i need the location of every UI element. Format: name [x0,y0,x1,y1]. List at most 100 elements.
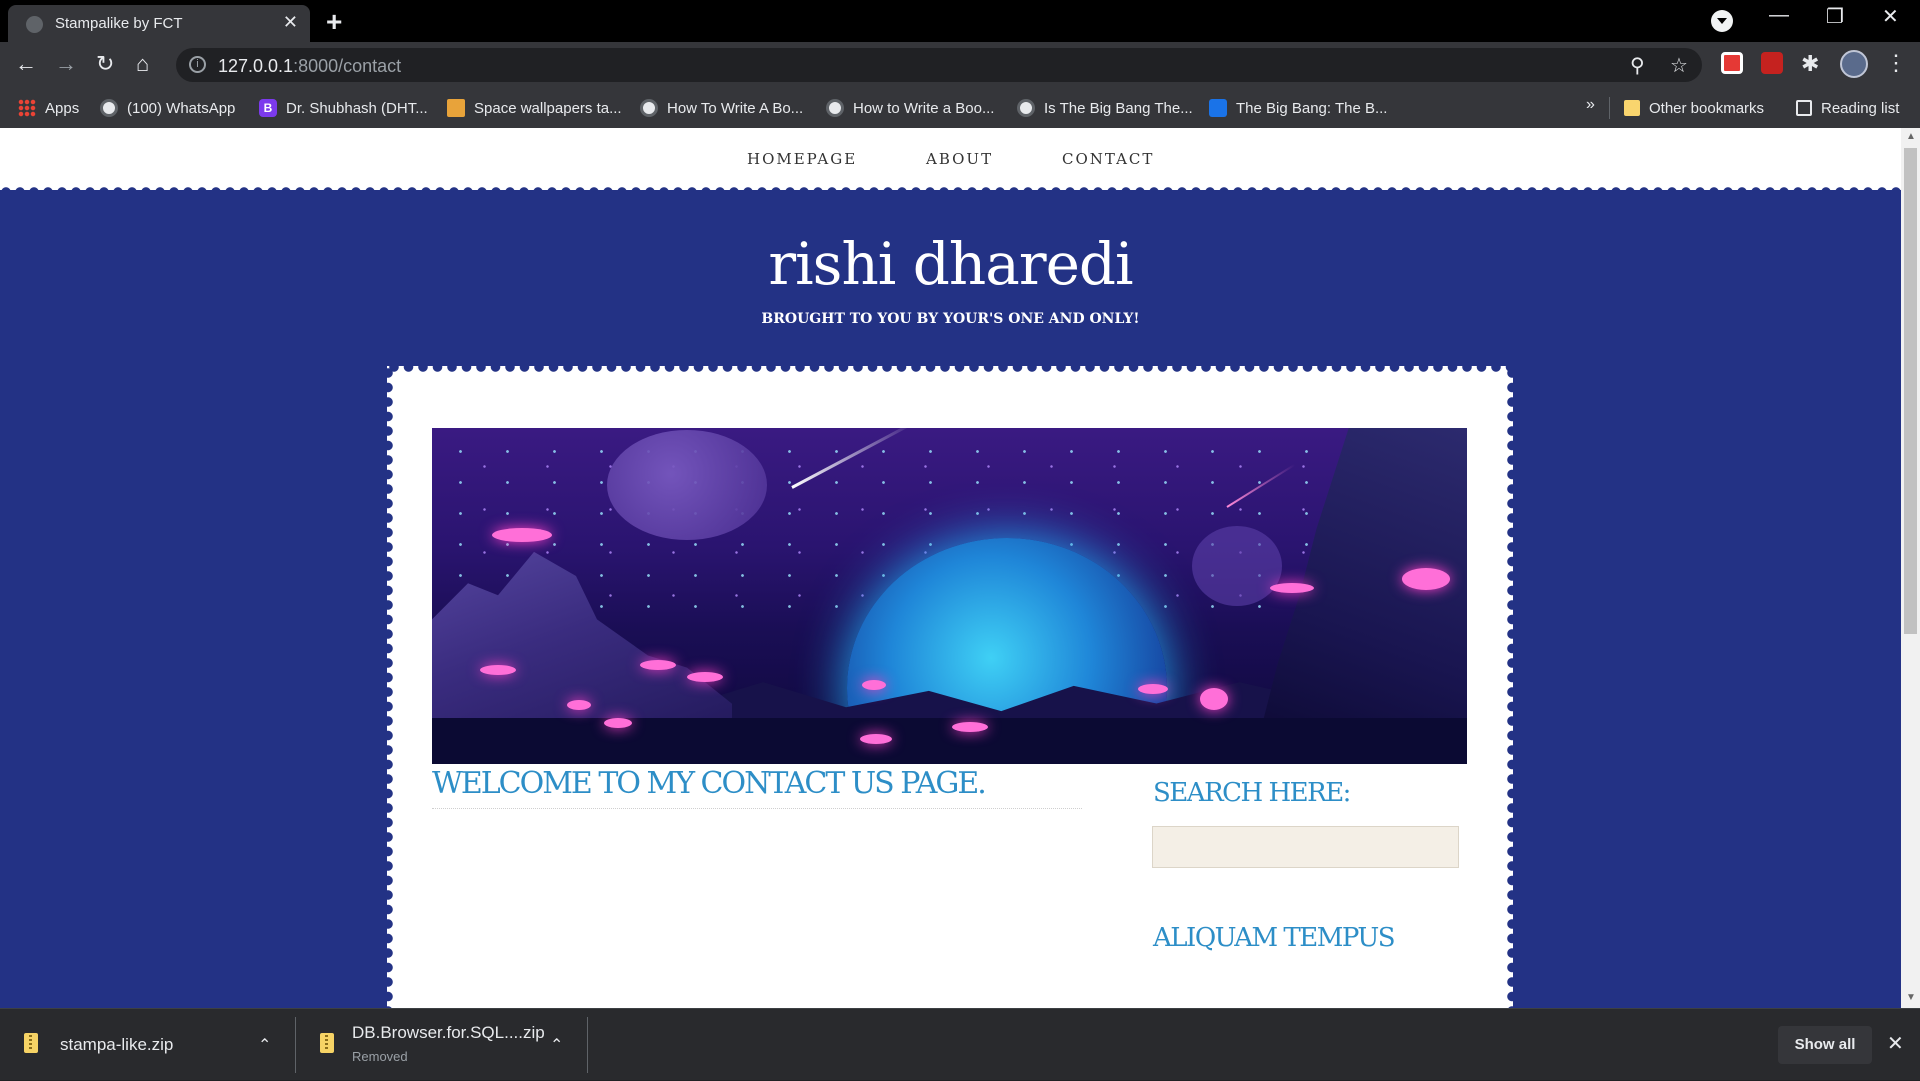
page-viewport: HOMEPAGE ABOUT CONTACT rishi dharedi BRO… [0,128,1901,1008]
nav-scallop-edge [0,186,1901,198]
restore-icon[interactable]: ❐ [1826,4,1844,29]
glowing-crystal [492,528,552,542]
address-bar[interactable]: i 127.0.0.1:8000/contact ⚲ ☆ [176,48,1702,82]
scroll-down-arrow-icon[interactable]: ▼ [1906,992,1916,1003]
apps-grid-icon [18,99,36,117]
tab-strip: Stampalike by FCT ✕ + — ❐ ✕ [0,0,1920,42]
scrollbar-thumb[interactable] [1904,148,1917,634]
site-title[interactable]: rishi dharedi [0,230,1901,298]
globe-icon [826,99,844,117]
nav-contact[interactable]: CONTACT [1062,150,1154,168]
stamp-perforation-left [382,366,394,1008]
url-text[interactable]: 127.0.0.1:8000/contact [218,56,401,77]
search-heading: SEARCH HERE: [1153,778,1351,808]
moon [607,430,767,540]
bookmark-how-to-write-a-boo[interactable]: How to Write a Boo... [826,97,994,119]
search-input[interactable] [1152,826,1459,868]
chevron-up-icon[interactable]: ⌃ [258,1035,271,1055]
close-window-icon[interactable]: ✕ [1882,4,1899,29]
download-divider [295,1017,296,1073]
close-tab-icon[interactable]: ✕ [283,12,298,33]
zoom-icon[interactable]: ⚲ [1630,53,1645,78]
stamp-content-card: WELCOME TO MY CONTACT US PAGE. SEARCH HE… [382,361,1518,1008]
bookmark-big-bang-the[interactable]: Is The Big Bang The... [1017,97,1193,119]
bookmark-big-bang-the-b[interactable]: The Big Bang: The B... [1209,97,1387,119]
page-scrollbar[interactable]: ▲ ▼ [1901,128,1920,1008]
download-item[interactable]: stampa-like.zip ⌃ [0,1009,290,1081]
nav-homepage[interactable]: HOMEPAGE [747,150,857,168]
bookmark-space-wallpapers[interactable]: Space wallpapers ta... [447,97,622,119]
bookmark-dr-shubhash[interactable]: B Dr. Shubhash (DHT... [259,97,428,119]
glowing-crystal [480,665,516,675]
extensions-puzzle-icon[interactable]: ✱ [1801,51,1819,77]
small-planet [1192,526,1282,606]
folder-icon [1624,100,1640,116]
site-tagline: BROUGHT TO YOU BY YOUR'S ONE AND ONLY! [761,311,1140,327]
glowing-crystal [1402,568,1450,590]
globe-icon [100,99,118,117]
forward-icon[interactable]: → [55,51,77,77]
tab-title: Stampalike by FCT [55,15,183,32]
pocket-extension-icon[interactable] [1721,52,1743,74]
download-filename: DB.Browser.for.SQL....zip [352,1023,545,1042]
back-icon[interactable]: ← [15,51,37,77]
space-banner-image [432,428,1467,764]
stamp-perforation-right [1506,366,1518,1008]
glowing-crystal [860,734,892,744]
bookmark-apps[interactable]: Apps [18,97,79,119]
zip-file-icon [320,1033,334,1053]
profile-avatar[interactable] [1840,50,1868,78]
media-dropdown-icon[interactable] [1711,10,1733,32]
download-divider [587,1017,588,1073]
content-divider [432,808,1082,809]
nav-about[interactable]: ABOUT [926,150,993,168]
bookmarks-divider [1609,97,1610,119]
stack-icon [447,99,465,117]
browser-toolbar: ← → ↻ ⌂ i 127.0.0.1:8000/contact ⚲ ☆ ✱ ⋮ [0,42,1920,88]
glowing-crystal [1138,684,1168,694]
more-bookmarks-chevron-icon[interactable]: » [1586,96,1595,114]
site-info-icon[interactable]: i [189,56,206,73]
bookmark-how-to-write-a-bo[interactable]: How To Write A Bo... [640,97,803,119]
chevron-up-icon[interactable]: ⌃ [550,1035,563,1055]
site-nav: HOMEPAGE ABOUT CONTACT [0,128,1901,190]
glowing-crystal [567,700,591,710]
download-filename: stampa-like.zip [60,1035,174,1054]
globe-icon [640,99,658,117]
glowing-crystal [640,660,676,670]
aliquam-tempus-heading: ALIQUAM TEMPUS [1153,923,1396,953]
new-tab-icon[interactable]: + [326,6,342,38]
bookmark-whatsapp[interactable]: (100) WhatsApp [100,97,235,119]
globe-icon [1017,99,1035,117]
stamp-perforation-top [387,361,1513,373]
bookmarks-bar: Apps (100) WhatsApp B Dr. Shubhash (DHT..… [0,88,1920,128]
home-icon[interactable]: ⌂ [136,51,149,77]
blue-site-icon [1209,99,1227,117]
pdf-extension-icon[interactable] [1761,52,1783,74]
glowing-crystal [604,718,632,728]
glowing-crystal [1200,688,1228,710]
reading-list[interactable]: Reading list [1796,97,1899,119]
glowing-crystal [1270,583,1314,593]
glowing-crystal [862,680,886,690]
scroll-up-arrow-icon[interactable]: ▲ [1906,131,1916,142]
show-all-button[interactable]: Show all [1778,1026,1872,1064]
reading-list-icon [1796,100,1812,116]
download-shelf: stampa-like.zip ⌃ DB.Browser.for.SQL....… [0,1008,1920,1080]
minimize-icon[interactable]: — [1769,4,1789,27]
download-item[interactable]: DB.Browser.for.SQL....zip Removed ⌃ [300,1009,585,1081]
bookmark-star-icon[interactable]: ☆ [1670,53,1688,78]
globe-icon [26,16,43,33]
close-shelf-icon[interactable]: ✕ [1887,1031,1904,1056]
bootstrap-b-icon: B [259,99,277,117]
glowing-crystal [952,722,988,732]
ground [432,718,1467,764]
content-heading: WELCOME TO MY CONTACT US PAGE. [432,766,987,801]
reload-icon[interactable]: ↻ [96,51,114,77]
menu-kebab-icon[interactable]: ⋮ [1885,50,1907,76]
glowing-crystal [687,672,723,682]
active-tab[interactable]: Stampalike by FCT ✕ [8,5,310,42]
download-status: Removed [352,1049,408,1064]
zip-file-icon [24,1033,38,1053]
other-bookmarks[interactable]: Other bookmarks [1624,97,1764,119]
